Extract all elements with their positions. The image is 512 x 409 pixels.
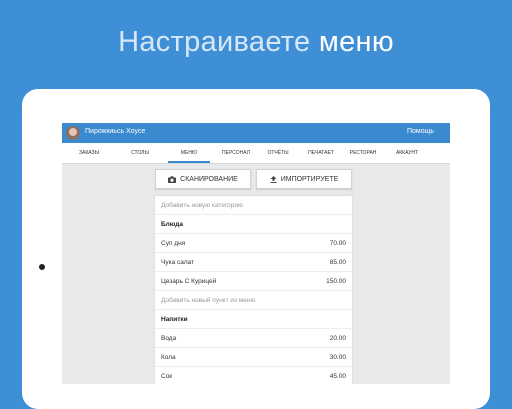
tab-tables[interactable]: СТОЛЫ	[122, 143, 158, 163]
camera-icon	[168, 175, 177, 183]
item-price: 30.00	[329, 354, 346, 361]
app-bar: Пирожкиьсь Хоусе Помощь	[62, 123, 450, 143]
headline-part2: меню	[318, 26, 394, 58]
item-price: 150.00	[326, 278, 346, 285]
tab-orders[interactable]: ЗАКАЗЫ	[68, 143, 110, 163]
tab-orders-label: ЗАКАЗЫ	[79, 150, 99, 156]
item-price: 85.00	[329, 259, 346, 266]
item-name: Сок	[161, 373, 173, 380]
item-price: 20.00	[329, 335, 346, 342]
scan-button[interactable]: СКАНИРОВАНИЕ	[155, 169, 251, 189]
add-category-label: Добавить новую категорию	[161, 202, 243, 209]
add-category-row[interactable]: Добавить новую категорию	[155, 196, 352, 215]
menu-item-row[interactable]: Цезарь С Курицей 150.00	[155, 272, 352, 291]
item-name: Чука салат	[161, 259, 195, 266]
item-price: 45.00	[329, 373, 346, 380]
category-name: Напитки	[161, 316, 188, 323]
tab-tables-label: СТОЛЫ	[131, 150, 149, 156]
tab-reports-label: ОТЧЁТЫ	[267, 150, 289, 156]
item-name: Цезарь С Курицей	[161, 278, 217, 285]
menu-item-row[interactable]: Вода 20.00	[155, 329, 352, 348]
tab-menu-label: МЕНЮ	[180, 150, 198, 156]
tab-staff[interactable]: ПЕРСОНАЛ	[216, 143, 256, 163]
menu-card: Добавить новую категорию Блюда Суп дня 70…	[155, 196, 352, 384]
add-item-row[interactable]: Добавить новый пункт из меню	[155, 291, 352, 310]
menu-item-row[interactable]: Кола 30.00	[155, 348, 352, 367]
category-header[interactable]: Напитки	[155, 310, 352, 329]
add-item-label: Добавить новый пункт из меню	[161, 297, 256, 304]
import-button[interactable]: ИМПОРТИРУЕТЕ	[256, 169, 352, 189]
tab-staff-label: ПЕРСОНАЛ	[222, 150, 250, 156]
import-button-label: ИМПОРТИРУЕТЕ	[280, 175, 339, 183]
menu-item-row[interactable]: Суп дня 70.00	[155, 234, 352, 253]
app-title: Пирожкиьсь Хоусе	[85, 128, 146, 135]
category-header[interactable]: Блюда	[155, 215, 352, 234]
tab-printing-label: ПЕЧАТАЕТ	[308, 150, 334, 156]
app-screen: Пирожкиьсь Хоусе Помощь ЗАКАЗЫ СТОЛЫ МЕН…	[62, 123, 450, 384]
scan-button-label: СКАНИРОВАНИЕ	[180, 175, 238, 183]
help-link[interactable]: Помощь	[407, 128, 434, 135]
tab-menu[interactable]: МЕНЮ	[168, 143, 210, 163]
headline-part1: Настраиваете	[118, 26, 311, 58]
menu-content: СКАНИРОВАНИЕ ИМПОРТИРУЕТЕ Добавить новую…	[62, 164, 450, 384]
menu-item-row[interactable]: Сок 45.00	[155, 367, 352, 384]
item-price: 70.00	[329, 240, 346, 247]
tab-printing[interactable]: ПЕЧАТАЕТ	[300, 143, 342, 163]
tab-bar: ЗАКАЗЫ СТОЛЫ МЕНЮ ПЕРСОНАЛ ОТЧЁТЫ ПЕЧАТА…	[62, 143, 450, 164]
avatar[interactable]	[66, 126, 80, 140]
item-name: Суп дня	[161, 240, 186, 247]
item-name: Вода	[161, 335, 177, 342]
upload-icon	[270, 175, 277, 183]
tab-restaurant[interactable]: РЕСТОРАН	[342, 143, 384, 163]
tablet-camera	[39, 264, 45, 270]
tab-account-label: АККАУНТ	[395, 150, 419, 156]
headline: Настраиваете меню	[0, 26, 512, 59]
category-name: Блюда	[161, 221, 184, 228]
item-name: Кола	[161, 354, 176, 361]
tab-account[interactable]: АККАУНТ	[386, 143, 428, 163]
menu-item-row[interactable]: Чука салат 85.00	[155, 253, 352, 272]
tab-reports[interactable]: ОТЧЁТЫ	[260, 143, 296, 163]
tab-restaurant-label: РЕСТОРАН	[349, 150, 377, 156]
